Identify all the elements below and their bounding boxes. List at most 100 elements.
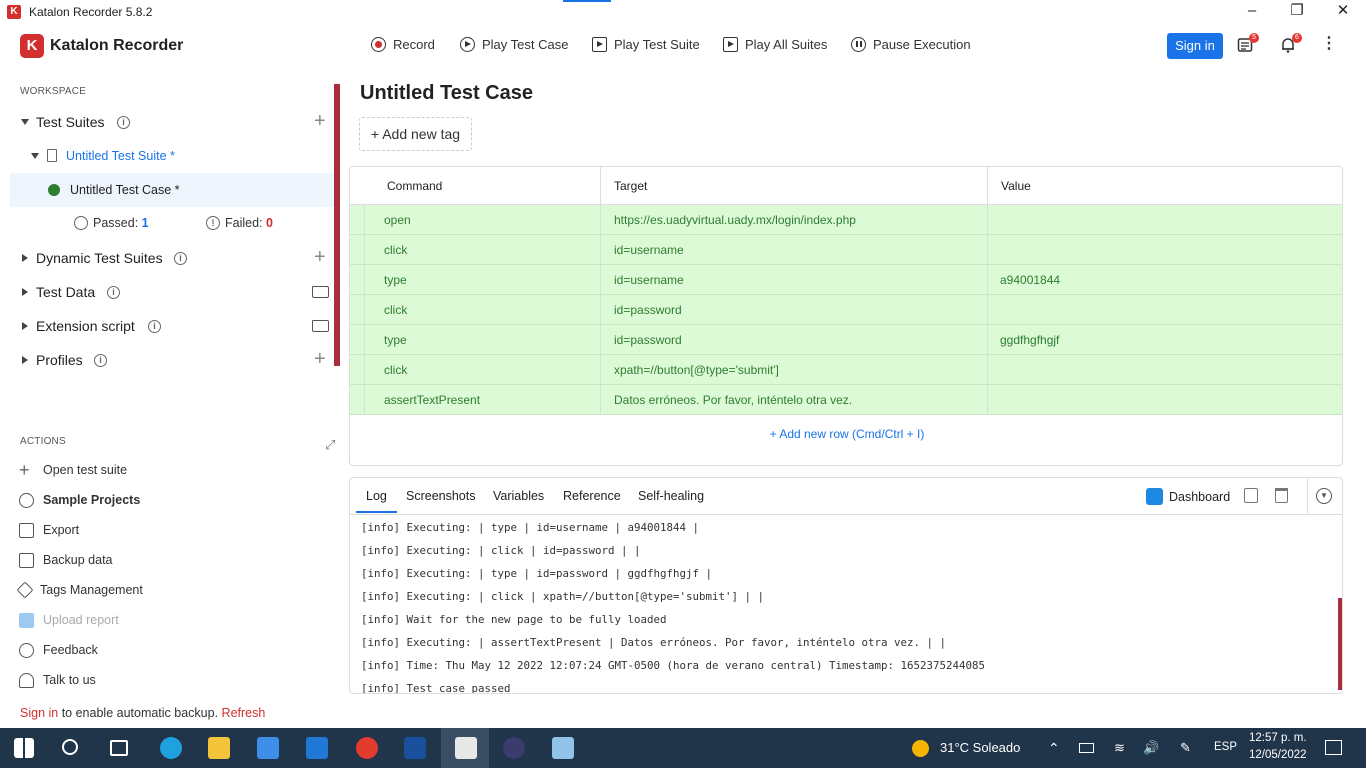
more-menu-icon[interactable]: ⋮ bbox=[1320, 36, 1338, 55]
info-icon[interactable]: i bbox=[94, 354, 107, 367]
panel-divider[interactable] bbox=[334, 84, 340, 366]
open-folder-icon[interactable] bbox=[312, 286, 329, 298]
tab-variables[interactable]: Variables bbox=[493, 489, 544, 503]
row-target: xpath=//button[@type='submit'] bbox=[614, 363, 779, 377]
record-button[interactable]: Record bbox=[371, 37, 435, 52]
katalon-taskbar-icon[interactable] bbox=[455, 737, 477, 759]
passed-check-icon bbox=[48, 184, 60, 196]
play-all-suites-button[interactable]: Play All Suites bbox=[723, 37, 827, 52]
eclipse-icon[interactable] bbox=[503, 737, 525, 759]
refresh-link[interactable]: Refresh bbox=[222, 706, 266, 720]
task-view-icon[interactable] bbox=[110, 740, 128, 756]
store-icon[interactable] bbox=[257, 737, 279, 759]
backup-data-action[interactable]: Backup data bbox=[19, 550, 113, 570]
volume-icon[interactable]: 🔊 bbox=[1143, 740, 1159, 756]
play-test-suite-button[interactable]: Play Test Suite bbox=[592, 37, 700, 52]
info-icon[interactable]: i bbox=[174, 252, 187, 265]
add-row-button[interactable]: + Add new row (Cmd/Ctrl + I) bbox=[350, 427, 1342, 441]
windows-start-icon[interactable] bbox=[14, 738, 34, 758]
notification-center-icon[interactable] bbox=[1325, 740, 1342, 755]
profiles-node[interactable]: Profiles i + bbox=[0, 343, 335, 367]
clock-date[interactable]: 12/05/2022 bbox=[1249, 749, 1307, 761]
suite-node[interactable]: Untitled Test Suite * bbox=[0, 139, 335, 173]
info-icon[interactable]: i bbox=[148, 320, 161, 333]
test-case-node[interactable]: Untitled Test Case * bbox=[10, 173, 335, 207]
chevron-right-icon[interactable] bbox=[22, 288, 28, 296]
table-row[interactable]: type id=password ggdfhgfhgjf bbox=[350, 325, 1342, 355]
sign-in-button[interactable]: Sign in bbox=[1167, 33, 1223, 59]
save-log-icon[interactable] bbox=[1244, 488, 1258, 503]
table-row[interactable]: click xpath=//button[@type='submit'] bbox=[350, 355, 1342, 385]
log-scrollbar[interactable] bbox=[1338, 598, 1342, 690]
chevron-up-icon[interactable]: ⌃ bbox=[1048, 740, 1060, 757]
language-indicator[interactable]: ESP bbox=[1214, 741, 1237, 753]
notification-bell-icon[interactable]: 6 bbox=[1280, 33, 1302, 55]
sign-in-link[interactable]: Sign in bbox=[20, 706, 58, 720]
failed-label: Failed: bbox=[225, 216, 263, 230]
failed-value: 0 bbox=[266, 216, 273, 230]
minimize-button[interactable]: – bbox=[1229, 0, 1275, 23]
open-test-suite-action[interactable]: + Open test suite bbox=[19, 460, 127, 480]
tab-divider bbox=[1307, 478, 1308, 515]
pen-icon[interactable]: ✎ bbox=[1180, 740, 1191, 756]
close-button[interactable]: ✕ bbox=[1320, 0, 1366, 23]
row-target: https://es.uadyvirtual.uady.mx/login/ind… bbox=[614, 213, 856, 227]
chevron-down-icon[interactable] bbox=[21, 119, 29, 125]
logs-icon[interactable]: 5 bbox=[1237, 33, 1259, 55]
collapse-icon[interactable]: ⤢ bbox=[325, 437, 335, 453]
table-row[interactable]: open https://es.uadyvirtual.uady.mx/login… bbox=[350, 205, 1342, 235]
row-command: click bbox=[384, 303, 408, 317]
play-test-case-button[interactable]: Play Test Case bbox=[460, 37, 568, 52]
clock-time[interactable]: 12:57 p. m. bbox=[1249, 732, 1307, 744]
column-command[interactable]: Command bbox=[387, 179, 442, 193]
powershell-icon[interactable] bbox=[404, 737, 426, 759]
window-titlebar: K Katalon Recorder 5.8.2 – ❐ ✕ bbox=[0, 0, 1366, 23]
export-action[interactable]: Export bbox=[19, 520, 79, 540]
pause-execution-button[interactable]: Pause Execution bbox=[851, 37, 971, 52]
mail-icon[interactable] bbox=[306, 737, 328, 759]
test-data-node[interactable]: Test Data i bbox=[0, 275, 335, 309]
upload-report-icon bbox=[19, 612, 34, 628]
column-target[interactable]: Target bbox=[614, 179, 647, 193]
talk-to-us-action[interactable]: Talk to us bbox=[19, 670, 96, 690]
chevron-right-icon[interactable] bbox=[22, 254, 28, 262]
chevron-down-icon[interactable] bbox=[31, 153, 39, 159]
wifi-icon[interactable]: ≋ bbox=[1114, 740, 1125, 756]
open-folder-icon[interactable] bbox=[312, 320, 329, 332]
tab-log[interactable]: Log bbox=[356, 489, 397, 513]
info-icon[interactable]: i bbox=[117, 116, 130, 129]
chrome-icon[interactable] bbox=[356, 737, 378, 759]
add-dynamic-suite-icon[interactable]: + bbox=[314, 247, 326, 267]
tab-reference[interactable]: Reference bbox=[563, 489, 621, 503]
battery-icon[interactable] bbox=[1079, 743, 1094, 753]
table-row[interactable]: click id=password bbox=[350, 295, 1342, 325]
chevron-down-icon[interactable]: ▼ bbox=[1316, 488, 1332, 504]
feedback-action[interactable]: Feedback bbox=[19, 640, 98, 660]
chevron-right-icon[interactable] bbox=[22, 322, 28, 330]
upload-report-action[interactable]: Upload report bbox=[19, 610, 119, 630]
tab-self-healing[interactable]: Self-healing bbox=[638, 489, 704, 503]
add-test-suite-icon[interactable]: + bbox=[314, 111, 326, 131]
chevron-right-icon[interactable] bbox=[22, 356, 28, 364]
extension-script-node[interactable]: Extension script i bbox=[0, 309, 335, 343]
column-value[interactable]: Value bbox=[1001, 179, 1031, 193]
search-icon[interactable] bbox=[62, 739, 78, 755]
sample-projects-action[interactable]: Sample Projects bbox=[19, 490, 140, 510]
file-explorer-icon[interactable] bbox=[208, 737, 230, 759]
maximize-button[interactable]: ❐ bbox=[1274, 0, 1320, 23]
edge-icon[interactable] bbox=[160, 737, 182, 759]
dynamic-test-suites-node[interactable]: Dynamic Test Suites i + bbox=[0, 241, 335, 275]
tags-management-action[interactable]: Tags Management bbox=[16, 580, 143, 600]
tab-screenshots[interactable]: Screenshots bbox=[406, 489, 475, 503]
test-suites-node[interactable]: Test Suites i + bbox=[0, 105, 335, 139]
trash-icon[interactable] bbox=[1275, 488, 1288, 503]
notepad-icon[interactable] bbox=[552, 737, 574, 759]
dashboard-button[interactable]: Dashboard bbox=[1146, 488, 1230, 505]
table-row[interactable]: assertTextPresent Datos erróneos. Por fav… bbox=[350, 385, 1342, 415]
table-row[interactable]: type id=username a94001844 bbox=[350, 265, 1342, 295]
weather-text[interactable]: 31°C Soleado bbox=[940, 740, 1020, 755]
add-profile-icon[interactable]: + bbox=[314, 349, 326, 367]
table-row[interactable]: click id=username bbox=[350, 235, 1342, 265]
add-tag-button[interactable]: + Add new tag bbox=[359, 117, 472, 151]
info-icon[interactable]: i bbox=[107, 286, 120, 299]
